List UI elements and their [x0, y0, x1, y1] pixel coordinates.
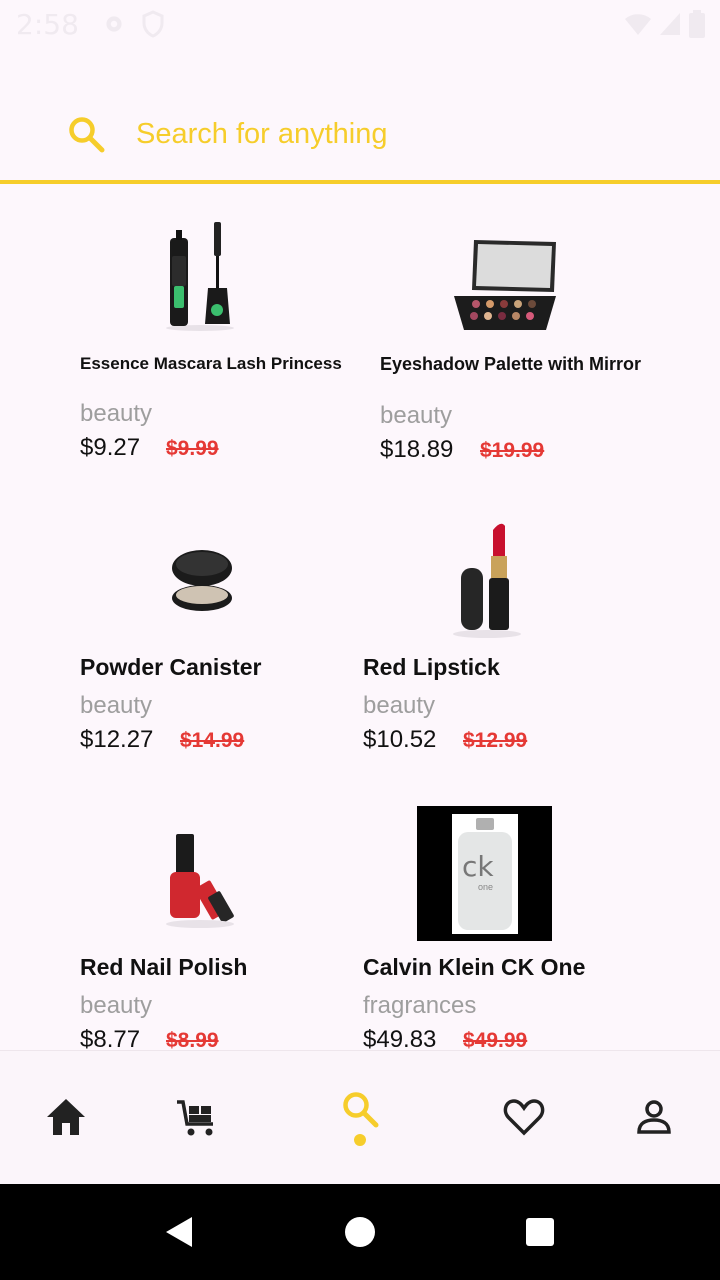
product-category: fragrances [363, 992, 477, 1019]
back-button[interactable] [158, 1212, 198, 1252]
heart-icon [503, 1099, 545, 1136]
recents-button[interactable] [520, 1212, 560, 1252]
product-price: $12.27 [80, 726, 154, 753]
product-name: Red Nail Polish [80, 954, 248, 980]
product-original-price: $9.99 [166, 437, 219, 460]
square-recents-icon [526, 1218, 554, 1246]
nav-cart[interactable] [166, 1087, 226, 1147]
profile-icon [637, 1100, 671, 1134]
system-navigation-bar [0, 1184, 720, 1280]
signal-icon [660, 13, 680, 35]
search-icon [66, 114, 106, 154]
perfume-brand-label: ck [462, 850, 494, 883]
product-category: beauty [363, 692, 436, 719]
home-button[interactable] [340, 1212, 380, 1252]
product-category: beauty [80, 400, 153, 427]
status-time: 2:58 [16, 7, 79, 41]
settings-status-icon [101, 11, 127, 37]
home-icon [47, 1099, 85, 1135]
status-bar: 2:58 [0, 0, 720, 48]
product-card[interactable]: Powder Canister beauty $12.27 $14.99 [70, 508, 350, 768]
product-original-price: $12.99 [463, 729, 528, 752]
search-bar [0, 84, 720, 184]
product-image [450, 236, 560, 330]
product-card[interactable]: Essence Mascara Lash Princess beauty $9.… [70, 208, 370, 478]
product-card[interactable]: ck one Calvin Klein CK One fragrances $4… [353, 806, 673, 1050]
circle-home-icon [345, 1217, 375, 1247]
battery-icon [689, 10, 705, 38]
product-card[interactable]: Eyeshadow Palette with Mirror beauty $18… [370, 208, 670, 478]
nav-profile[interactable] [624, 1087, 684, 1147]
product-name: Eyeshadow Palette with Mirror [380, 354, 642, 374]
wifi-icon [625, 14, 651, 35]
nav-favorites[interactable] [494, 1087, 554, 1147]
cart-icon [177, 1100, 213, 1136]
product-name: Essence Mascara Lash Princess [80, 354, 342, 373]
product-card[interactable]: Red Lipstick beauty $10.52 $12.99 [353, 508, 653, 768]
product-card[interactable]: Red Nail Polish beauty $8.77 $8.99 [70, 808, 350, 1050]
product-category: beauty [380, 402, 453, 429]
shield-status-icon [141, 10, 165, 38]
product-grid: Essence Mascara Lash Princess beauty $9.… [0, 188, 720, 1050]
active-indicator-dot [354, 1134, 366, 1146]
product-image: ck one [417, 806, 552, 941]
product-image [164, 538, 240, 618]
search-input[interactable] [136, 112, 656, 156]
product-name: Red Lipstick [363, 654, 500, 680]
product-price: $8.77 [80, 1026, 141, 1050]
product-price: $9.27 [80, 434, 141, 461]
nav-search[interactable] [330, 1079, 390, 1139]
product-price: $10.52 [363, 726, 437, 753]
product-category: beauty [80, 692, 153, 719]
product-name: Calvin Klein CK One [363, 954, 586, 980]
product-image [158, 830, 248, 930]
product-original-price: $19.99 [480, 439, 545, 462]
product-original-price: $49.99 [463, 1029, 528, 1050]
product-original-price: $8.99 [166, 1029, 219, 1050]
product-price: $18.89 [380, 436, 454, 463]
product-category: beauty [80, 992, 153, 1019]
nav-home[interactable] [36, 1087, 96, 1147]
bottom-navigation [0, 1050, 720, 1184]
product-image [150, 216, 250, 332]
product-image [445, 516, 531, 640]
back-icon [166, 1217, 192, 1247]
perfume-line-label: one [478, 882, 494, 892]
status-indicators [624, 10, 706, 38]
product-name: Powder Canister [80, 654, 262, 680]
product-original-price: $14.99 [180, 729, 245, 752]
product-price: $49.83 [363, 1026, 437, 1050]
search-icon [343, 1092, 379, 1128]
